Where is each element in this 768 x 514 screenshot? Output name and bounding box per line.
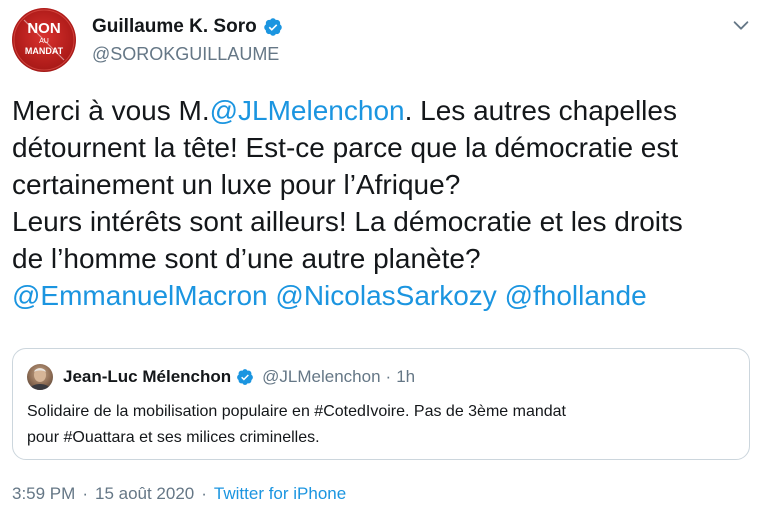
tweet-text-line: @EmmanuelMacron @NicolasSarkozy @fhollan… <box>12 277 756 314</box>
tweet-text-segment: de l’homme sont d’une autre planète? <box>12 243 481 274</box>
author-name-row: Guillaume K. Soro <box>92 14 283 40</box>
mention-link[interactable]: @JLMelenchon <box>210 95 405 126</box>
quoted-tweet-text: Solidaire de la mobilisation populaire e… <box>27 399 737 451</box>
tweet-meta: 3:59 PM · 15 août 2020 · Twitter for iPhone <box>12 484 346 504</box>
quoted-tweet[interactable]: Jean-Luc Mélenchon @JLMelenchon · 1h Sol… <box>12 348 750 460</box>
quoted-separator: · <box>385 367 392 386</box>
quoted-tweet-header: Jean-Luc Mélenchon @JLMelenchon · 1h <box>27 363 415 391</box>
meta-separator: · <box>82 484 88 503</box>
author-display-name[interactable]: Guillaume K. Soro <box>92 16 257 38</box>
tweet-date[interactable]: 15 août 2020 <box>95 484 194 503</box>
author-handle[interactable]: @SOROKGUILLAUME <box>92 44 279 65</box>
author-avatar[interactable]: NON AU MANDAT <box>12 8 76 72</box>
tweet-text-line: détournent la tête! Est-ce parce que la … <box>12 129 756 166</box>
tweet-time[interactable]: 3:59 PM <box>12 484 75 503</box>
verified-badge-icon <box>263 17 283 37</box>
tweet-text-segment: Merci à vous M. <box>12 95 210 126</box>
quoted-author-name[interactable]: Jean-Luc Mélenchon <box>63 367 231 387</box>
mention-link[interactable]: @NicolasSarkozy <box>275 280 496 311</box>
tweet-text-segment: . Les autres chapelles <box>404 95 677 126</box>
meta-separator: · <box>201 484 207 503</box>
tweet-text-segment: Leurs intérêts sont ailleurs! La démocra… <box>12 206 683 237</box>
quoted-text-line: Solidaire de la mobilisation populaire e… <box>27 403 566 420</box>
tweet-text-line: de l’homme sont d’une autre planète? <box>12 240 756 277</box>
tweet-source-link[interactable]: Twitter for iPhone <box>214 484 346 503</box>
mention-link[interactable]: @fhollande <box>505 280 647 311</box>
quoted-timestamp[interactable]: 1h <box>396 367 415 387</box>
verified-badge-icon <box>236 368 254 386</box>
tweet-text-segment: certainement un luxe pour l’Afrique? <box>12 169 461 200</box>
quoted-text-line: pour #Ouattara et ses milices criminelle… <box>27 429 320 446</box>
tweet-text-segment <box>497 280 505 311</box>
tweet-header: NON AU MANDAT Guillaume K. Soro @SOROKGU… <box>12 8 752 72</box>
tweet-text-line: certainement un luxe pour l’Afrique? <box>12 166 756 203</box>
chevron-down-icon[interactable] <box>730 14 752 36</box>
quoted-author-handle[interactable]: @JLMelenchon <box>262 367 380 387</box>
quoted-author-avatar[interactable] <box>27 364 53 390</box>
tweet-text-line: Leurs intérêts sont ailleurs! La démocra… <box>12 203 756 240</box>
non-au-mandat-logo: NON AU MANDAT <box>13 9 75 71</box>
tweet-text-segment: détournent la tête! Est-ce parce que la … <box>12 132 679 163</box>
mention-link[interactable]: @EmmanuelMacron <box>12 280 268 311</box>
tweet-text-line: Merci à vous M.@JLMelenchon. Les autres … <box>12 92 756 129</box>
tweet-text: Merci à vous M.@JLMelenchon. Les autres … <box>12 92 756 314</box>
